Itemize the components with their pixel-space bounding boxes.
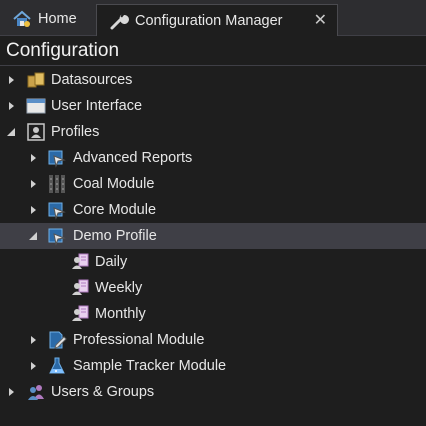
tree-item-professional-module[interactable]: Professional Module xyxy=(0,327,426,353)
datasource-icon xyxy=(26,70,46,90)
tree-item-label: Users & Groups xyxy=(51,384,155,400)
tree-item-core-module[interactable]: Core Module xyxy=(0,197,426,223)
home-icon xyxy=(12,9,32,29)
tree-item-label: Professional Module xyxy=(73,332,205,348)
tree-item-label: Weekly xyxy=(95,280,143,296)
users-icon xyxy=(26,382,46,402)
collapse-arrow-icon[interactable] xyxy=(28,231,38,241)
expand-arrow-icon[interactable] xyxy=(29,153,39,163)
tree-item-label: Monthly xyxy=(95,306,146,322)
configuration-panel: Configuration Datasources User Interface… xyxy=(0,36,426,426)
window-icon xyxy=(26,96,46,116)
tab-bar: Home Configuration Manager ✕ xyxy=(0,0,426,36)
tree-item-label: Daily xyxy=(95,254,128,270)
flask-icon xyxy=(47,356,67,376)
tab-configuration-manager-label: Configuration Manager xyxy=(135,12,283,29)
tree-item-daily[interactable]: Daily xyxy=(0,249,426,275)
tree-item-label: User Interface xyxy=(51,98,143,114)
pen-doc-icon xyxy=(47,330,67,350)
expand-arrow-icon[interactable] xyxy=(7,387,17,397)
tree-item-label: Coal Module xyxy=(73,176,155,192)
tree-item-label: Sample Tracker Module xyxy=(73,358,227,374)
tree-item-sample-tracker-module[interactable]: Sample Tracker Module xyxy=(0,353,426,379)
expand-arrow-icon[interactable] xyxy=(29,361,39,371)
tree-item-demo-profile[interactable]: Demo Profile xyxy=(0,223,426,249)
divider xyxy=(0,65,426,66)
panel-title: Configuration xyxy=(6,40,120,61)
tab-home-label: Home xyxy=(38,11,77,27)
tree-item-coal-module[interactable]: Coal Module xyxy=(0,171,426,197)
module-icon xyxy=(47,200,67,220)
user-report-icon xyxy=(70,278,90,298)
wrench-icon xyxy=(109,11,129,31)
tree-item-profiles[interactable]: Profiles xyxy=(0,119,426,145)
collapse-arrow-icon[interactable] xyxy=(6,127,16,137)
tree-item-weekly[interactable]: Weekly xyxy=(0,275,426,301)
tree-item-label: Core Module xyxy=(73,202,157,218)
tree-item-label: Demo Profile xyxy=(73,228,157,244)
expand-arrow-icon[interactable] xyxy=(29,205,39,215)
user-report-icon xyxy=(70,304,90,324)
tree-item-user-interface[interactable]: User Interface xyxy=(0,93,426,119)
tree-item-label: Profiles xyxy=(51,124,100,140)
expand-arrow-icon[interactable] xyxy=(29,335,39,345)
tree-item-monthly[interactable]: Monthly xyxy=(0,301,426,327)
tree-item-users-groups[interactable]: Users & Groups xyxy=(0,379,426,405)
tree-item-datasources[interactable]: Datasources xyxy=(0,67,426,93)
module-icon xyxy=(47,226,67,246)
close-icon[interactable]: ✕ xyxy=(314,10,327,30)
tab-home[interactable]: Home xyxy=(0,4,88,34)
expand-arrow-icon[interactable] xyxy=(7,75,17,85)
user-report-icon xyxy=(70,252,90,272)
module-icon xyxy=(47,148,67,168)
tab-configuration-manager[interactable]: Configuration Manager ✕ xyxy=(96,4,338,36)
expand-arrow-icon[interactable] xyxy=(7,101,17,111)
tree-item-advanced-reports[interactable]: Advanced Reports xyxy=(0,145,426,171)
profile-icon xyxy=(26,122,46,142)
expand-arrow-icon[interactable] xyxy=(29,179,39,189)
tree-item-label: Advanced Reports xyxy=(73,150,193,166)
tree-item-label: Datasources xyxy=(51,72,133,88)
coal-icon xyxy=(47,174,67,194)
